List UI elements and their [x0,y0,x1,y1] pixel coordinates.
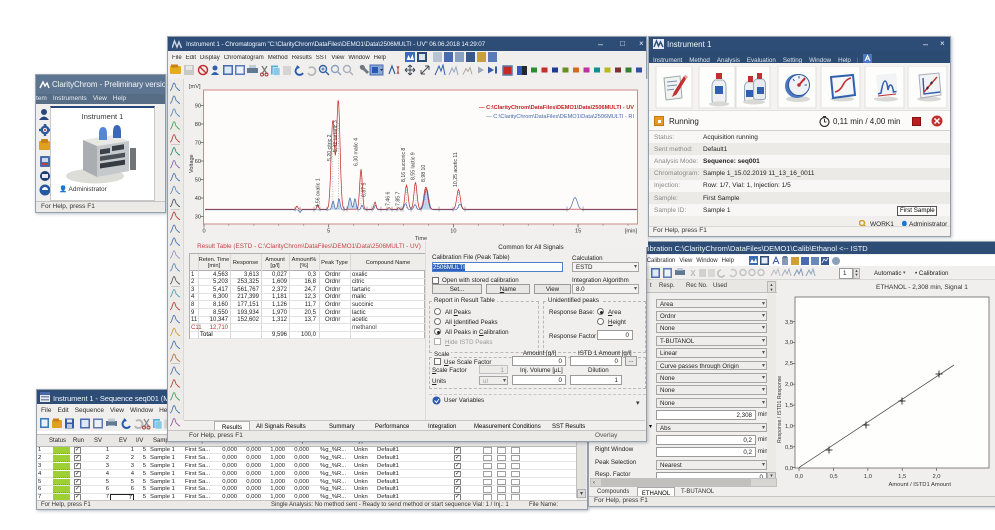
svg-text:8,98 10: 8,98 10 [421,165,427,182]
svg-text:10,25 acetic 11: 10,25 acetic 11 [453,152,459,187]
svg-text:7,46 6: 7,46 6 [386,191,392,206]
svg-text:5: 5 [327,229,330,235]
svg-text:80: 80 [195,122,201,128]
svg-text:15: 15 [575,229,581,235]
svg-text:— C:\ClarityChrom\DataFiles\DE: — C:\ClarityChrom\DataFiles\DEMO1\Data\2… [479,105,634,111]
svg-text:[mV]: [mV] [189,84,201,90]
svg-text:4,56 oxalic 1: 4,56 oxalic 1 [316,178,322,207]
svg-text:8,16 succinic 8: 8,16 succinic 8 [401,148,407,182]
svg-text:1,5: 1,5 [785,403,793,409]
svg-text:0,5: 0,5 [830,474,838,480]
svg-text:Amount / ISTD1 Amount: Amount / ISTD1 Amount [888,482,951,488]
svg-text:90: 90 [195,104,201,110]
svg-text:— C:\ClarityChrom\DataFiles\DE: — C:\ClarityChrom\DataFiles\DEMO1\Data\2… [486,114,634,120]
svg-text:30: 30 [195,215,201,221]
svg-text:70: 70 [195,141,201,147]
svg-text:1,0: 1,0 [864,474,872,480]
svg-text:6,30 malic 4: 6,30 malic 4 [354,138,360,166]
svg-text:Response / ISTD1 Response: Response / ISTD1 Response [777,376,783,443]
svg-text:3,5: 3,5 [785,320,793,326]
svg-text:10: 10 [450,229,456,235]
svg-text:8,55 lactic 9: 8,55 lactic 9 [411,152,417,180]
svg-text:2,0: 2,0 [932,474,940,480]
svg-text:1,5: 1,5 [898,474,906,480]
svg-text:2,5: 2,5 [785,361,793,367]
svg-text:Voltage: Voltage [189,154,195,173]
svg-text:40: 40 [195,196,201,202]
svg-text:0,0: 0,0 [785,466,793,472]
svg-text:5,42 tartaric 3: 5,42 tartaric 3 [333,120,339,152]
svg-text:0,5: 0,5 [785,445,793,451]
svg-text:0,0: 0,0 [795,474,803,480]
svg-text:60: 60 [195,159,201,165]
svg-text:1,0: 1,0 [785,424,793,430]
svg-text:50: 50 [195,178,201,184]
svg-text:0: 0 [202,229,205,235]
svg-text:6,87 5: 6,87 5 [362,182,368,197]
svg-text:2,0: 2,0 [785,382,793,388]
svg-text:7,85 7: 7,85 7 [396,191,402,206]
svg-text:3,0: 3,0 [785,340,793,346]
svg-text:[min]: [min] [625,229,638,235]
